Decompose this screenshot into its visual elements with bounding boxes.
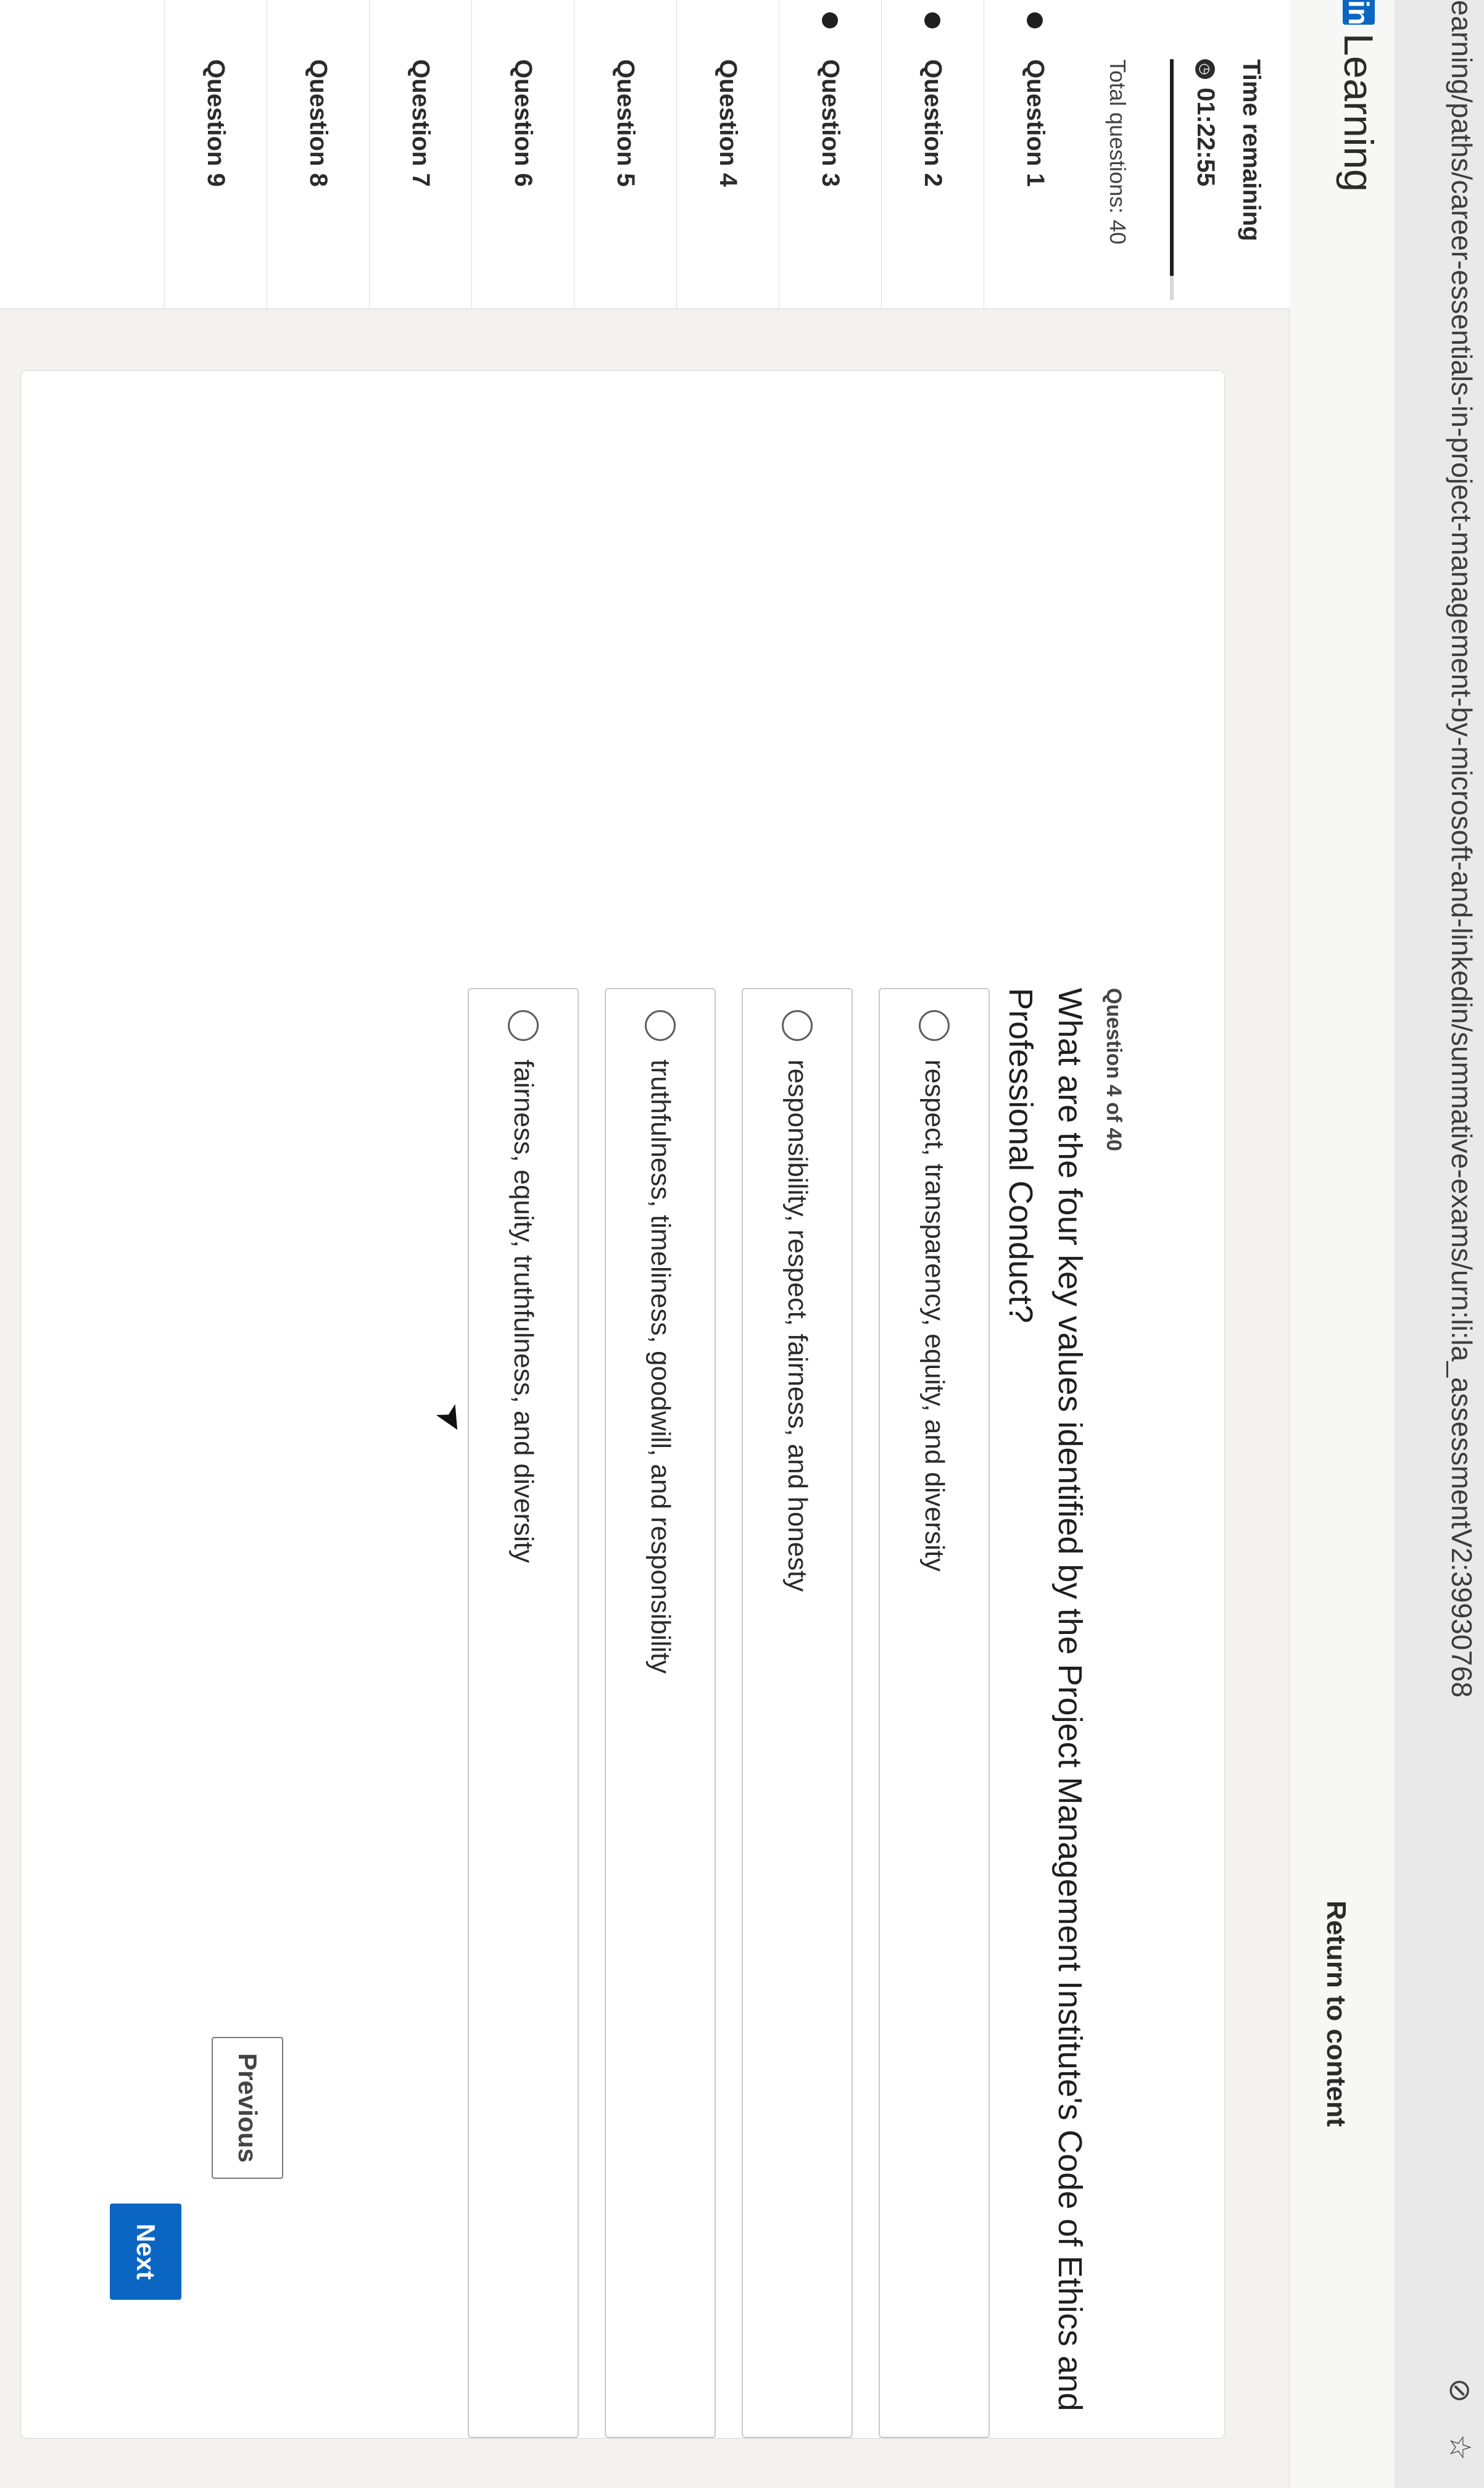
sidebar-question-item[interactable]: Question 9 bbox=[164, 0, 267, 309]
radio-button-icon[interactable] bbox=[919, 1010, 950, 1041]
radio-button-icon[interactable] bbox=[508, 1010, 539, 1041]
previous-button[interactable]: Previous bbox=[212, 2037, 283, 2179]
sidebar-question-item[interactable]: Question 7 bbox=[369, 0, 471, 309]
time-remaining-label: Time remaining bbox=[1238, 59, 1265, 241]
brand[interactable]: in Learning bbox=[1335, 0, 1382, 192]
answer-option-label: fairness, equity, truthfulness, and dive… bbox=[508, 1059, 539, 1564]
sidebar-question-label: Question 4 bbox=[715, 59, 742, 187]
sidebar-question-item[interactable]: Question 3 bbox=[779, 0, 881, 309]
question-counter: Question 4 of 40 bbox=[1102, 988, 1125, 1151]
return-to-content-link[interactable]: Return to content bbox=[1320, 1901, 1351, 2127]
answer-option[interactable]: truthfulness, timeliness, goodwill, and … bbox=[605, 988, 716, 2438]
sidebar-question-label: Question 1 bbox=[1022, 59, 1049, 187]
sidebar-question-item[interactable]: Question 1 bbox=[984, 0, 1086, 309]
sidebar-question-label: Question 5 bbox=[612, 59, 639, 187]
sidebar-question-item[interactable]: Question 8 bbox=[267, 0, 369, 309]
screen: earning/paths/career-essentials-in-proje… bbox=[0, 0, 1484, 2488]
star-icon[interactable]: ☆ bbox=[1443, 2431, 1476, 2463]
question-card: Question 4 of 40 What are the four key v… bbox=[20, 370, 1225, 2439]
radio-button-icon[interactable] bbox=[645, 1010, 676, 1041]
total-questions: Total questions: 40 bbox=[1105, 59, 1130, 245]
answered-dot-icon bbox=[1027, 12, 1043, 28]
sidebar-question-item[interactable]: Question 6 bbox=[471, 0, 574, 309]
answer-option-label: truthfulness, timeliness, goodwill, and … bbox=[645, 1059, 676, 1674]
answer-option[interactable]: responsibility, respect, fairness, and h… bbox=[742, 988, 853, 2438]
app-header: in Learning Return to content bbox=[1289, 0, 1395, 2488]
sidebar-question-item[interactable]: Question 5 bbox=[574, 0, 676, 309]
question-text: What are the four key values identified … bbox=[1002, 988, 1088, 2411]
question-sidebar: Time remaining ◷ 01:22:55 Total question… bbox=[0, 0, 1290, 309]
answer-option[interactable]: fairness, equity, truthfulness, and dive… bbox=[468, 988, 579, 2438]
radio-button-icon[interactable] bbox=[782, 1010, 813, 1041]
brand-name: Learning bbox=[1336, 33, 1382, 192]
time-remaining-value: 01:22:55 bbox=[1192, 88, 1219, 187]
eye-slash-icon[interactable]: ⊘ bbox=[1443, 2374, 1476, 2407]
sidebar-question-item[interactable]: Question 2 bbox=[881, 0, 984, 309]
url-text[interactable]: earning/paths/career-essentials-in-proje… bbox=[1443, 0, 1480, 1698]
clock-icon: ◷ bbox=[1195, 59, 1216, 79]
answer-option-label: respect, transparency, equity, and diver… bbox=[919, 1059, 950, 1572]
answer-option-label: responsibility, respect, fairness, and h… bbox=[782, 1059, 813, 1592]
sidebar-question-label: Question 8 bbox=[305, 59, 332, 187]
linkedin-logo: in bbox=[1343, 0, 1375, 25]
time-progress-fill bbox=[1170, 59, 1174, 276]
sidebar-question-label: Question 2 bbox=[919, 59, 947, 187]
answer-options: respect, transparency, equity, and diver… bbox=[442, 988, 990, 2438]
time-progress-bar bbox=[1170, 59, 1174, 300]
answered-dot-icon bbox=[924, 12, 940, 28]
answer-option[interactable]: respect, transparency, equity, and diver… bbox=[879, 988, 990, 2438]
sidebar-question-item[interactable]: Question 4 bbox=[676, 0, 779, 309]
answered-dot-icon bbox=[822, 12, 838, 28]
browser-address-bar[interactable]: earning/paths/career-essentials-in-proje… bbox=[1394, 0, 1484, 2488]
time-row: ◷ 01:22:55 bbox=[1192, 59, 1219, 186]
sidebar-question-label: Question 6 bbox=[510, 59, 537, 187]
sidebar-question-label: Question 9 bbox=[202, 59, 230, 187]
question-list: Question 1 Question 2 Question 3 Question 4… bbox=[164, 0, 1086, 309]
next-button[interactable]: Next bbox=[110, 2204, 181, 2300]
sidebar-question-label: Question 3 bbox=[817, 59, 844, 187]
sidebar-question-label: Question 7 bbox=[407, 59, 434, 187]
